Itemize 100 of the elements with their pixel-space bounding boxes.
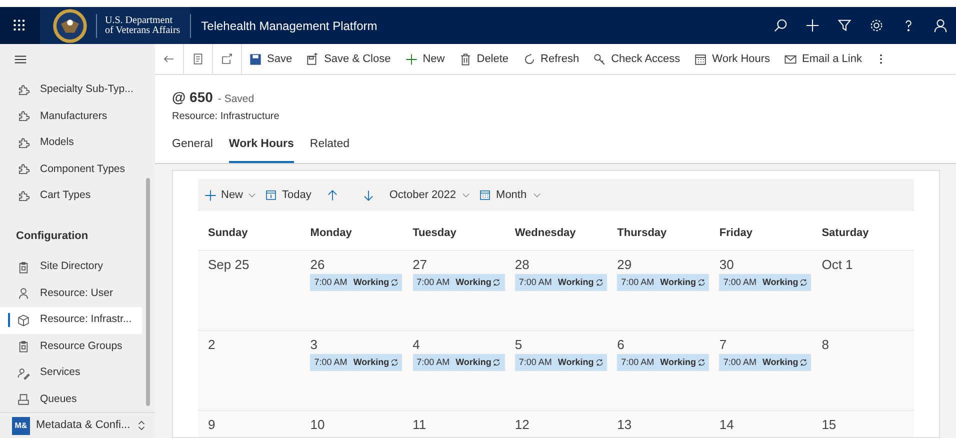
event-label: Working [353,356,390,369]
event-chip[interactable]: 7:00 AM Working [310,274,402,292]
puzzle-icon [17,110,30,124]
event-time: 7:00 AM [416,356,450,369]
event-chip[interactable]: 7:00 AM Working [412,274,505,292]
command-button[interactable]: Save [242,44,300,74]
waffle-icon [13,18,27,32]
recurring-icon [390,278,400,288]
scrollbar[interactable] [146,178,150,406]
command-button[interactable]: Save & Close [299,44,398,74]
event-chip[interactable]: 7:00 AM Working [310,354,402,372]
sidebar-item[interactable]: Queues [0,386,142,412]
clipboard-icon [17,260,30,274]
command-button[interactable]: Check Access [586,44,688,74]
event-time: 7:00 AM [723,276,756,289]
sidebar-item[interactable]: Cart Types [0,183,142,210]
event-label: Working [558,356,594,369]
recurring-icon [697,278,706,288]
section-heading: Configuration [15,228,90,244]
menu-icon [14,53,26,66]
area-badge: M& [12,416,30,434]
tab[interactable]: Related [310,136,350,164]
day-number: 12 [514,417,530,432]
event-chip[interactable]: 7:00 AM Working [514,274,607,292]
calendar-icon [694,52,708,66]
recurring-icon [799,278,808,288]
org-name: U.S. Department [105,16,174,26]
day-number: 6 [617,337,624,352]
event-label: Working [456,356,492,369]
puzzle-icon [17,163,30,176]
area-switcher[interactable]: M& Metadata & Confi... [0,412,155,438]
weekday-header: Monday [309,226,353,240]
record-title: @ 650 [172,88,213,107]
command-button[interactable]: Work Hours [687,44,778,74]
today-button[interactable]: Today [265,187,312,204]
sidebar-item[interactable]: Resource: User [0,280,142,307]
event-label: Working [660,356,696,369]
day-number: 15 [822,417,836,432]
command-button[interactable]: New [398,44,452,74]
weekday-header: Saturday [820,226,870,240]
event-chip[interactable]: 7:00 AM Working [719,354,812,372]
form-icon [192,53,204,65]
recurring-icon [594,358,604,368]
tab[interactable]: General [172,136,213,164]
sidebar-item[interactable]: Manufacturers [0,104,142,130]
event-chip[interactable]: 7:00 AM Working [514,354,607,372]
seal-icon [52,8,88,44]
sidebar-item[interactable]: Component Types [0,156,142,183]
sidebar-item[interactable]: Resource: Infrastr... [0,307,142,334]
event-chip[interactable]: 7:00 AM Working [617,274,710,292]
recurring-icon [492,278,502,288]
sidebar-item[interactable]: Specialty Sub-Typ... [0,77,142,104]
search-icon [772,18,788,33]
event-time: 7:00 AM [518,276,552,289]
plus-icon [804,18,820,33]
event-time: 7:00 AM [416,276,450,289]
day-number: 7 [719,337,727,352]
event-time: 7:00 AM [518,356,552,369]
save-close-icon [306,52,320,66]
trash-icon [458,52,472,66]
command-button[interactable]: Refresh [516,44,586,74]
popout-icon [221,53,233,65]
up-arrow-icon [326,188,339,202]
event-chip[interactable]: 7:00 AM Working [719,274,812,292]
day-number: 4 [412,337,420,352]
day-number: 11 [412,417,426,432]
event-chip[interactable]: 7:00 AM Working [412,354,505,372]
day-number: 14 [719,417,734,432]
period-dropdown[interactable]: October 2022 [389,187,472,204]
envelope-icon [784,52,798,66]
command-button[interactable]: Delete [452,44,516,74]
weekday-header: Thursday [616,226,668,240]
view-dropdown[interactable]: Month [479,187,542,204]
day-number: 13 [617,417,632,432]
day-number: 3 [310,337,318,352]
recurring-icon [697,358,706,368]
calendar-day-icon [265,189,278,202]
event-chip[interactable]: 7:00 AM Working [617,354,710,372]
day-number: 8 [822,337,829,352]
app-launcher-button[interactable] [0,7,40,44]
event-label: Working [762,356,798,369]
sidebar-item[interactable]: Models [0,130,142,156]
left-arrow-icon [163,53,175,65]
new-button[interactable]: New [204,187,258,204]
day-number: 29 [617,257,632,272]
plus-icon [404,52,418,66]
sidebar-item[interactable]: Services [0,360,142,386]
refresh-icon [522,52,536,66]
sidebar-item[interactable]: Site Directory [0,254,142,280]
sidebar-item[interactable]: Resource Groups [0,334,142,360]
day-number: 30 [719,257,734,272]
day-number: 5 [514,337,522,352]
calendar-icon [479,189,492,202]
event-label: Working [456,276,492,289]
entity-name: Resource: Infrastructure [172,110,280,124]
filter-icon [836,18,852,33]
event-label: Working [558,276,594,289]
weekday-header: Tuesday [412,226,458,240]
command-button[interactable]: Email a Link [777,44,869,74]
chevron-up-down-icon [136,420,148,431]
